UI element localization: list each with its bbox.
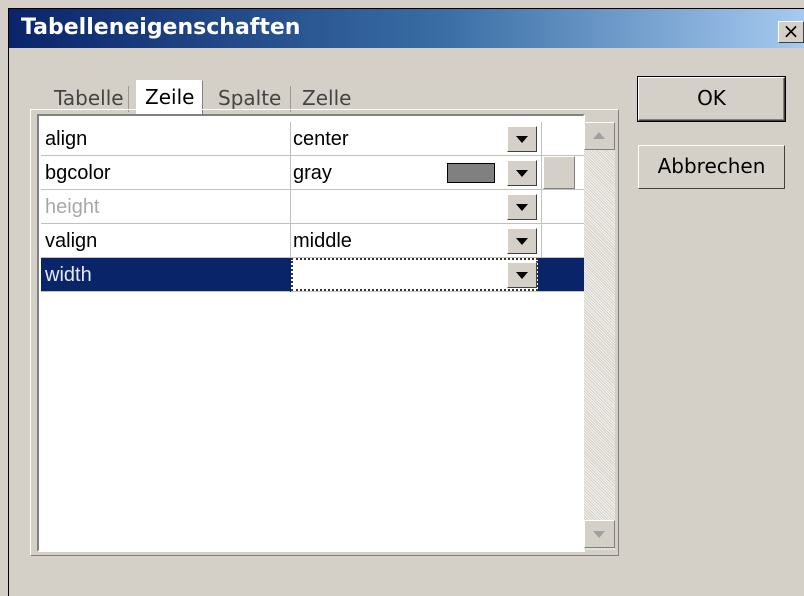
vertical-scrollbar[interactable] — [584, 122, 615, 550]
scroll-down-button[interactable] — [584, 520, 615, 548]
property-row-valign[interactable]: valign middle — [41, 224, 587, 258]
dropdown-button[interactable] — [507, 194, 537, 220]
tab-tabelle[interactable]: Tabelle — [54, 86, 124, 110]
tab-zelle[interactable]: Zelle — [302, 86, 351, 110]
property-name: align — [45, 128, 88, 150]
property-value-editor[interactable] — [291, 258, 538, 291]
close-button[interactable]: × — [778, 21, 804, 43]
title-bar: Tabelleneigenschaften × — [9, 9, 804, 48]
chevron-down-icon — [593, 531, 605, 538]
dropdown-button[interactable] — [507, 228, 537, 254]
dropdown-button[interactable] — [507, 126, 537, 152]
color-picker-button[interactable] — [543, 156, 575, 189]
color-swatch[interactable] — [447, 163, 495, 183]
property-name: height — [45, 196, 100, 218]
property-row-align[interactable]: align center — [41, 122, 587, 156]
tab-spalte[interactable]: Spalte — [218, 86, 281, 110]
chevron-up-icon — [593, 132, 605, 139]
property-name: bgcolor — [45, 162, 111, 184]
dropdown-button[interactable] — [507, 160, 537, 186]
column-divider — [541, 122, 542, 156]
property-value[interactable] — [293, 192, 505, 222]
property-row-width[interactable]: width — [41, 258, 587, 292]
chevron-down-icon — [516, 238, 528, 245]
chevron-down-icon — [516, 170, 528, 177]
column-divider — [290, 122, 291, 156]
chevron-down-icon — [516, 204, 528, 211]
property-name: width — [45, 264, 92, 286]
column-divider — [541, 224, 542, 258]
property-value[interactable] — [295, 260, 507, 290]
property-name: valign — [45, 230, 98, 252]
column-divider — [290, 156, 291, 190]
property-value[interactable]: middle — [293, 226, 505, 256]
property-row-height[interactable]: height — [41, 190, 587, 224]
column-divider — [290, 224, 291, 258]
chevron-down-icon — [516, 136, 528, 143]
dialog-title: Tabelleneigenschaften — [21, 15, 301, 40]
column-divider — [541, 190, 542, 224]
property-value[interactable]: center — [293, 124, 505, 154]
dropdown-button[interactable] — [507, 262, 537, 288]
column-divider — [290, 190, 291, 224]
ok-button[interactable]: OK — [638, 77, 785, 121]
cancel-button[interactable]: Abbrechen — [638, 145, 785, 189]
column-divider — [541, 156, 542, 190]
property-row-bgcolor[interactable]: bgcolor gray — [41, 156, 587, 190]
property-grid: align center bgcolor gray height valign … — [37, 114, 587, 552]
chevron-down-icon — [516, 272, 528, 279]
scroll-up-button[interactable] — [584, 122, 615, 150]
